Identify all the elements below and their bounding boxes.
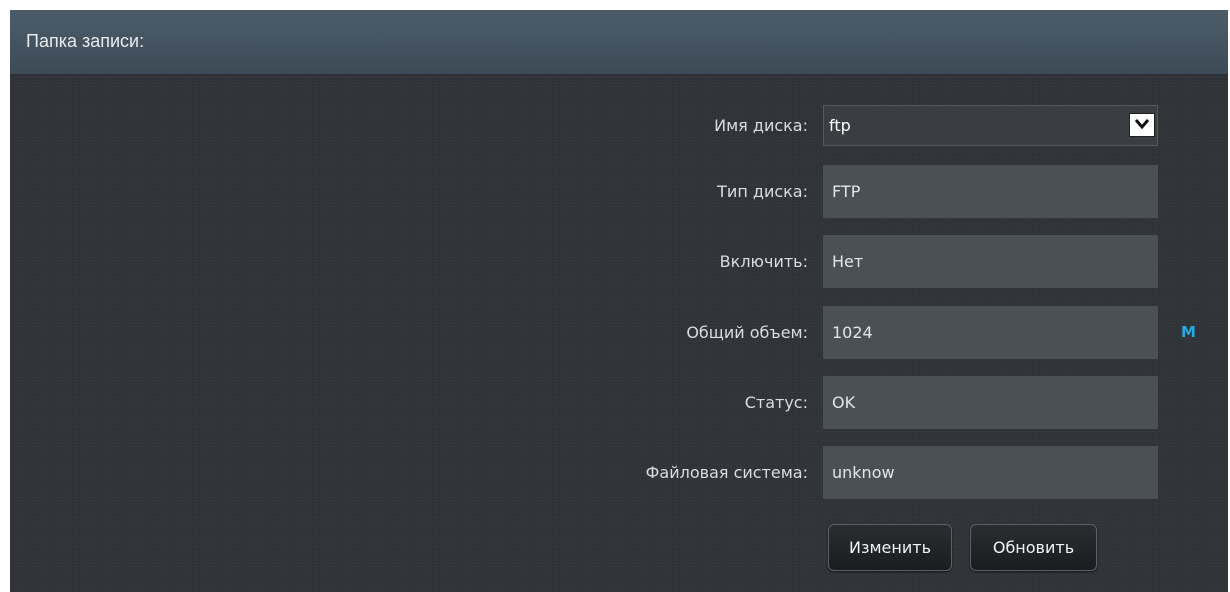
status-field: OK	[823, 376, 1158, 429]
total-volume-label: Общий объем:	[686, 323, 808, 342]
disk-type-field: FTP	[823, 165, 1158, 218]
disk-name-value: ftp	[829, 116, 851, 135]
enable-row: Включить: Нет	[10, 235, 1228, 288]
disk-type-label: Тип диска:	[717, 182, 808, 201]
recording-folder-panel: Папка записи: Имя диска: ftp Тип диска: …	[10, 10, 1228, 592]
enable-field: Нет	[823, 235, 1158, 288]
total-volume-field: 1024	[823, 306, 1158, 359]
total-volume-row: Общий объем: 1024 M	[10, 306, 1228, 359]
disk-name-row: Имя диска: ftp	[10, 105, 1228, 158]
panel-title: Папка записи:	[26, 31, 145, 51]
filesystem-row: Файловая система: unknow	[10, 446, 1228, 499]
refresh-button[interactable]: Обновить	[970, 524, 1097, 571]
disk-name-label: Имя диска:	[714, 116, 808, 135]
total-volume-unit: M	[1181, 323, 1196, 341]
chevron-down-icon[interactable]	[1129, 113, 1155, 137]
disk-type-row: Тип диска: FTP	[10, 165, 1228, 218]
filesystem-label: Файловая система:	[645, 463, 808, 482]
panel-header: Папка записи:	[10, 10, 1228, 75]
status-label: Статус:	[744, 393, 808, 412]
status-row: Статус: OK	[10, 376, 1228, 429]
disk-name-select[interactable]: ftp	[823, 105, 1158, 146]
change-button[interactable]: Изменить	[828, 524, 952, 571]
filesystem-field: unknow	[823, 446, 1158, 499]
enable-label: Включить:	[719, 252, 808, 271]
